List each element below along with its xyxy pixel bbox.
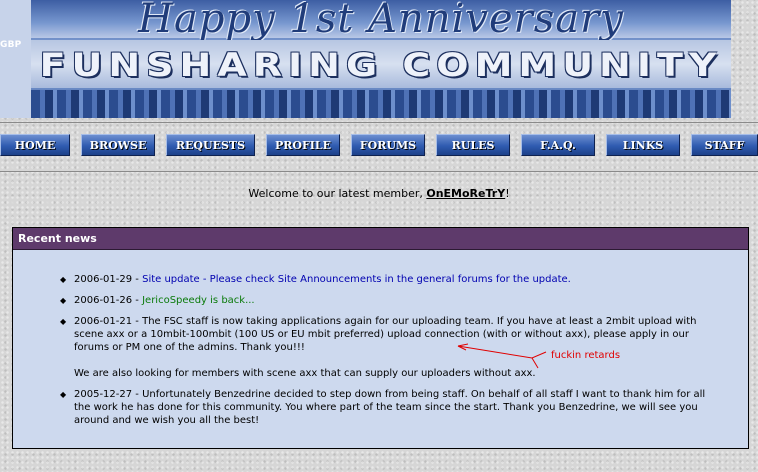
- annotation-arrow: [457, 343, 547, 369]
- site-banner: Happy 1st Anniversary FUNSHARING COMMUNI…: [31, 0, 731, 118]
- news-date: 2006-01-21 -: [74, 316, 143, 327]
- news-date: 2006-01-26 -: [74, 295, 143, 306]
- latest-member-link[interactable]: OnEMoReTrY: [426, 187, 505, 200]
- nav-links-button[interactable]: LINKS: [606, 134, 680, 156]
- news-text: JericoSpeedy is back...: [142, 295, 255, 306]
- nav-requests-button[interactable]: REQUESTS: [166, 134, 255, 156]
- news-text: Unfortunately Benzedrine decided to step…: [74, 389, 706, 426]
- news-item: ◆ 2006-01-21 - The FSC staff is now taki…: [60, 315, 724, 380]
- news-text: The FSC staff is now taking applications…: [74, 316, 697, 353]
- welcome-prefix: Welcome to our latest member,: [248, 187, 427, 200]
- bullet-icon: ◆: [60, 275, 67, 284]
- nav-rules-button[interactable]: RULES: [436, 134, 510, 156]
- anniversary-title: Happy 1st Anniversary: [138, 0, 624, 42]
- news-item: ◆ 2006-01-26 - JericoSpeedy is back...: [60, 294, 724, 307]
- news-extra: We are also looking for members with sce…: [74, 368, 536, 379]
- annotation-text: fuckin retards: [551, 350, 621, 361]
- news-header: Recent news: [13, 228, 748, 250]
- nav-faq-button[interactable]: F.A.Q.: [521, 134, 595, 156]
- header-left-panel: [0, 0, 31, 118]
- bullet-icon: ◆: [60, 296, 67, 305]
- welcome-suffix: !: [505, 187, 510, 200]
- nav-home-button[interactable]: HOME: [0, 134, 70, 156]
- news-item: ◆ 2005-12-27 - Unfortunately Benzedrine …: [60, 388, 724, 427]
- news-item: ◆ 2006-01-29 - Site update - Please chec…: [60, 273, 724, 286]
- news-date: 2006-01-29 -: [74, 274, 143, 285]
- gbp-badge: GBP: [0, 40, 22, 50]
- nav-divider-bottom: [0, 171, 758, 172]
- nav-profile-button[interactable]: PROFILE: [266, 134, 340, 156]
- nav-browse-button[interactable]: BROWSE: [81, 134, 155, 156]
- bullet-icon: ◆: [60, 390, 67, 399]
- bullet-icon: ◆: [60, 317, 67, 326]
- site-title: FUNSHARING COMMUNITY: [39, 46, 723, 84]
- news-link[interactable]: Site update - Please check Site Announce…: [142, 274, 571, 285]
- nav-staff-button[interactable]: STAFF: [691, 134, 758, 156]
- nav-forums-button[interactable]: FORUMS: [351, 134, 425, 156]
- news-date: 2005-12-27 -: [74, 389, 143, 400]
- banner-bottom: [31, 90, 731, 118]
- welcome-message: Welcome to our latest member, OnEMoReTrY…: [0, 187, 758, 200]
- nav-divider-top: [0, 122, 758, 123]
